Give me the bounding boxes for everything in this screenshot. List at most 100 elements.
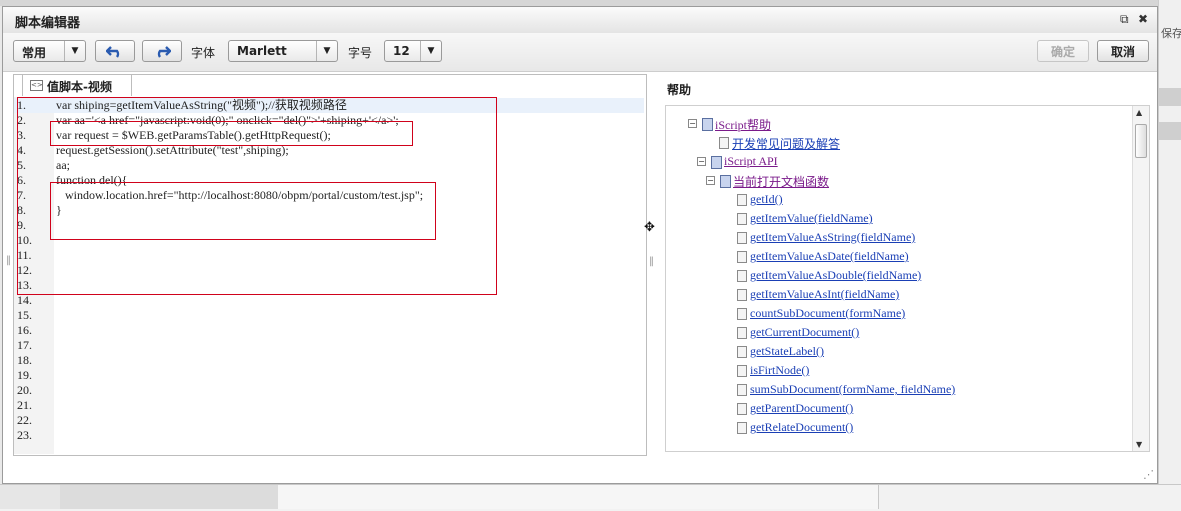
line-number: 15. [17, 308, 32, 322]
document-icon [737, 365, 747, 377]
code-line[interactable]: 12. [14, 263, 644, 278]
script-icon: <> [30, 80, 43, 91]
code-line[interactable]: 11. [14, 248, 644, 263]
code-line[interactable]: 1. var shiping=getItemValueAsString("视频")… [14, 98, 644, 113]
line-number: 17. [17, 338, 32, 352]
code-line[interactable]: 20. [14, 383, 644, 398]
help-tree-link[interactable]: getItemValue(fieldName) [750, 211, 873, 226]
code-text: var aa='<a href="javascript:void(0);" on… [56, 113, 399, 127]
help-tree-link[interactable]: 当前打开文档函数 [733, 173, 829, 190]
line-number: 4. [17, 143, 26, 157]
resize-cursor-icon: ✥ [644, 220, 655, 235]
line-number: 2. [17, 113, 26, 127]
scroll-down-icon[interactable]: ▼ [1136, 440, 1142, 449]
help-tree-link[interactable]: getStateLabel() [750, 344, 824, 359]
mode-select-value: 常用 [22, 46, 47, 60]
line-number: 14. [17, 293, 32, 307]
help-title: 帮助 [667, 83, 692, 97]
line-number: 16. [17, 323, 32, 337]
line-number: 20. [17, 383, 32, 397]
help-tree-link[interactable]: getItemValueAsString(fieldName) [750, 230, 915, 245]
book-icon [702, 118, 713, 131]
code-line[interactable]: 6. function del(){ [14, 173, 644, 188]
chevron-down-icon[interactable]: ▼ [316, 41, 337, 61]
code-area[interactable]: 1. var shiping=getItemValueAsString("视频")… [14, 97, 644, 454]
confirm-button[interactable]: 确定 [1037, 40, 1089, 62]
code-line[interactable]: 5. aa; [14, 158, 644, 173]
background-page-right: 保存 [1158, 0, 1181, 510]
code-line[interactable]: 21. [14, 398, 644, 413]
size-select[interactable]: 12 ▼ [384, 40, 442, 62]
help-tree-link[interactable]: 开发常见问题及解答 [732, 135, 840, 152]
code-line[interactable]: 10. [14, 233, 644, 248]
collapse-toggle-icon[interactable]: − [688, 119, 697, 128]
code-line[interactable]: 19. [14, 368, 644, 383]
line-number: 22. [17, 413, 32, 427]
toolbar: 常用 ▼ 字体 Marlett ▼ 字号 12 ▼ 确定 取消 [3, 33, 1157, 72]
help-tree-link[interactable]: getCurrentDocument() [750, 325, 859, 340]
tab-value-script[interactable]: <> 值脚本-视频 [22, 74, 132, 96]
help-tree-link[interactable]: iScript帮助 [715, 116, 771, 133]
code-line[interactable]: 4. request.getSession().setAttribute("tes… [14, 143, 644, 158]
left-resize-grip[interactable]: ‖ [6, 255, 11, 266]
line-number: 3. [17, 128, 26, 142]
help-scrollbar[interactable]: ▲ ▼ [1132, 106, 1149, 451]
help-tree-link[interactable]: getParentDocument() [750, 401, 853, 416]
code-line[interactable]: 23. [14, 428, 644, 443]
dialog-titlebar[interactable]: 脚本编辑器 ⧉ ✖ [3, 7, 1157, 34]
line-number: 23. [17, 428, 32, 442]
help-tree-link[interactable]: getItemValueAsDouble(fieldName) [750, 268, 921, 283]
line-number: 13. [17, 278, 32, 292]
close-icon[interactable]: ✖ [1138, 12, 1148, 26]
dialog-title: 脚本编辑器 [15, 16, 81, 31]
panel-splitter[interactable]: ✥ ‖ [644, 74, 656, 460]
code-line[interactable]: 18. [14, 353, 644, 368]
document-icon [737, 232, 747, 244]
code-text: var shiping=getItemValueAsString("视频");/… [56, 98, 347, 112]
redo-button[interactable] [142, 40, 182, 62]
document-icon [737, 270, 747, 282]
collapse-toggle-icon[interactable]: − [706, 176, 715, 185]
line-number: 21. [17, 398, 32, 412]
code-line[interactable]: 2. var aa='<a href="javascript:void(0);" … [14, 113, 644, 128]
code-line[interactable]: 8.} [14, 203, 644, 218]
help-tree-link[interactable]: getId() [750, 192, 783, 207]
code-line[interactable]: 13. [14, 278, 644, 293]
redo-icon [157, 46, 171, 58]
code-line[interactable]: 16. [14, 323, 644, 338]
code-line[interactable]: 17. [14, 338, 644, 353]
line-number: 19. [17, 368, 32, 382]
mode-select[interactable]: 常用 ▼ [13, 40, 86, 62]
scroll-up-icon[interactable]: ▲ [1136, 108, 1142, 117]
splitter-grip[interactable]: ‖ [649, 256, 654, 267]
code-line[interactable]: 14. [14, 293, 644, 308]
chevron-down-icon[interactable]: ▼ [420, 41, 441, 61]
help-tree-link[interactable]: getItemValueAsInt(fieldName) [750, 287, 899, 302]
help-tree-link[interactable]: sumSubDocument(formName, fieldName) [750, 382, 955, 397]
chevron-down-icon[interactable]: ▼ [64, 41, 85, 61]
help-tree-link[interactable]: iScript API [724, 154, 778, 169]
code-line[interactable]: 9. [14, 218, 644, 233]
help-tree-link[interactable]: countSubDocument(formName) [750, 306, 905, 321]
line-number: 8. [17, 203, 26, 217]
external-link-icon[interactable]: ⧉ [1120, 12, 1129, 27]
cancel-button[interactable]: 取消 [1097, 40, 1149, 62]
help-tree-link[interactable]: getItemValueAsDate(fieldName) [750, 249, 909, 264]
scrollbar-thumb[interactable] [1135, 124, 1147, 158]
help-tree-link[interactable]: isFirtNode() [750, 363, 809, 378]
background-page-bottom [0, 484, 1181, 511]
undo-button[interactable] [95, 40, 135, 62]
book-icon [711, 156, 722, 169]
help-tree-link[interactable]: getRelateDocument() [750, 420, 853, 435]
code-line[interactable]: 3. var request = $WEB.getParamsTable().ge… [14, 128, 644, 143]
font-select-value: Marlett [237, 44, 287, 58]
code-text: function del(){ [56, 173, 128, 187]
code-line[interactable]: 7. window.location.href="http://localhos… [14, 188, 644, 203]
code-line[interactable]: 15. [14, 308, 644, 323]
collapse-toggle-icon[interactable]: − [697, 157, 706, 166]
book-icon [720, 175, 731, 188]
line-number: 6. [17, 173, 26, 187]
resize-handle-icon[interactable]: ⋰ [1143, 468, 1179, 508]
code-line[interactable]: 22. [14, 413, 644, 428]
font-select[interactable]: Marlett ▼ [228, 40, 338, 62]
